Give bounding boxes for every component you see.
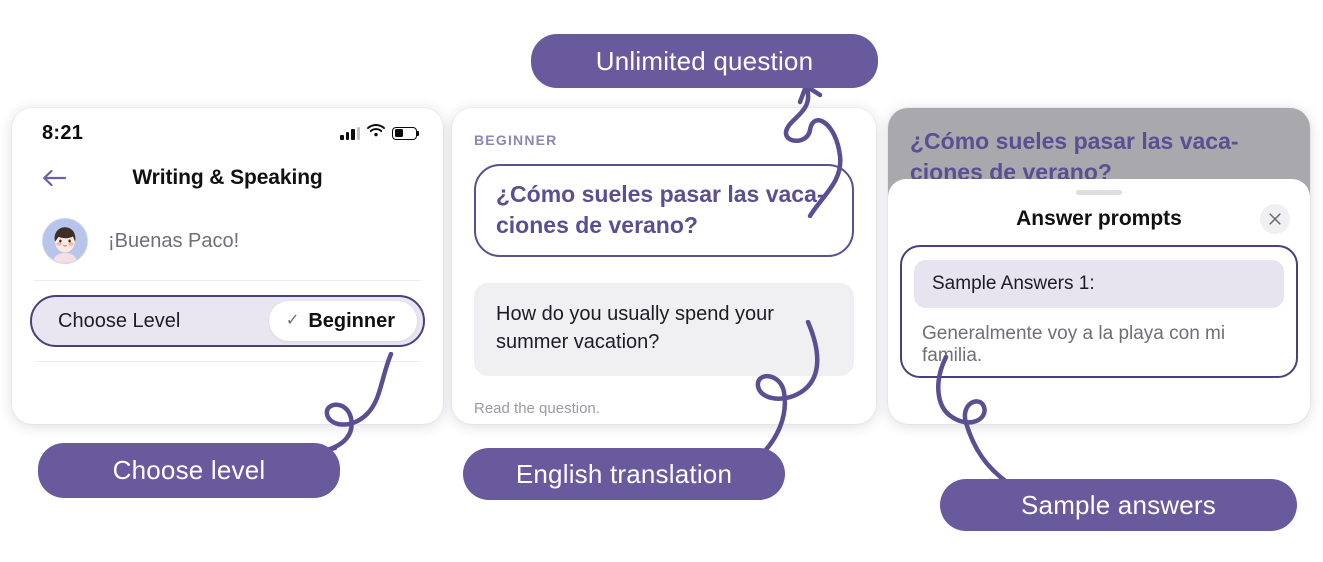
translation-box: How do you usually spend your summer vac…	[474, 283, 854, 377]
callout-sample-answers: Sample answers	[940, 479, 1297, 531]
greeting-row: ¡Buenas Paco!	[12, 204, 443, 280]
cellular-signal-icon	[340, 126, 360, 140]
choose-level-row[interactable]: Choose Level ✓ Beginner	[30, 295, 425, 347]
screenshot-root: Unlimited question Choose level English …	[0, 0, 1323, 562]
callout-english-translation: English translation	[463, 448, 785, 500]
question-panel: BEGINNER ¿Cómo sueles pasar las vaca-cio…	[452, 108, 876, 424]
choose-level-label: Choose Level	[58, 309, 181, 332]
callout-choose-level-label: Choose level	[112, 455, 266, 485]
greeting-text: ¡Buenas Paco!	[108, 229, 240, 252]
instruction-steps: Read the question. Write or say the answ…	[474, 398, 854, 424]
phone-screen-writing-speaking: 8:21 Writing & Speaking ¡Buenas Paco! Ch…	[12, 108, 443, 424]
question-box: ¿Cómo sueles pasar las vaca-ciones de ve…	[474, 164, 854, 258]
status-bar: 8:21	[12, 108, 443, 152]
level-value-pill[interactable]: ✓ Beginner	[268, 301, 417, 341]
level-value-label: Beginner	[308, 309, 395, 332]
wifi-icon	[367, 124, 385, 142]
sheet-title: Answer prompts	[1016, 207, 1182, 230]
battery-icon	[392, 126, 420, 140]
close-icon[interactable]	[1260, 204, 1290, 234]
instruction-step: Read the question.	[474, 400, 600, 418]
answer-prompts-list: Sample Answers 1: Generalmente voy a la …	[900, 245, 1298, 378]
callout-sample-answers-label: Sample answers	[1021, 489, 1216, 520]
background-question: ¿Cómo sueles pasar las vaca-ciones de ve…	[910, 128, 1239, 185]
divider-bottom	[34, 361, 421, 362]
back-arrow-icon[interactable]	[42, 169, 67, 187]
callout-choose-level: Choose level	[38, 443, 340, 498]
level-eyebrow: BEGINNER	[474, 132, 558, 148]
phone-screen-question: BEGINNER ¿Cómo sueles pasar las vaca-cio…	[452, 108, 876, 424]
prompt-heading: Sample Answers 1:	[914, 260, 1284, 308]
sheet-header: Answer prompts	[888, 195, 1310, 243]
instruction-step: Write or say the answer.	[474, 420, 854, 424]
status-bar-clock: 8:21	[42, 121, 84, 144]
callout-unlimited-question: Unlimited question	[531, 34, 878, 88]
callout-english-translation-label: English translation	[515, 458, 733, 489]
callout-unlimited-question-label: Unlimited question	[595, 45, 814, 76]
answer-prompts-sheet: Answer prompts Sample Answers 1: General…	[888, 179, 1310, 424]
status-bar-icons	[340, 124, 420, 142]
nav-bar: Writing & Speaking	[12, 152, 443, 204]
page-title: Writing & Speaking	[132, 166, 323, 189]
user-avatar	[42, 218, 88, 264]
prompt-body: Generalmente voy a la playa con mi famil…	[922, 323, 1226, 366]
check-icon: ✓	[285, 312, 300, 329]
phone-screen-answer-prompts: ¿Cómo sueles pasar las vaca-ciones de ve…	[888, 108, 1310, 424]
level-selector-wrapper: Choose Level ✓ Beginner	[12, 281, 443, 361]
